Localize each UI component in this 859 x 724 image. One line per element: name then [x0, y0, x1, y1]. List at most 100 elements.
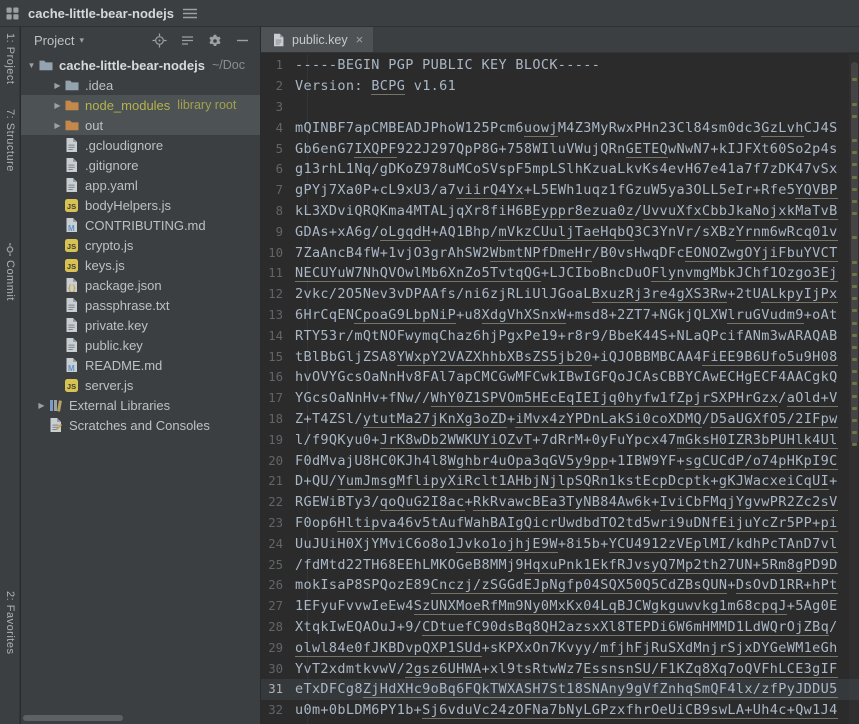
tree-item-private-key[interactable]: private.key: [21, 315, 260, 335]
code-line-7[interactable]: 7gPYj7Xa0P+cL9xU3/a7viirQ4Yx+L5EWh1uqz1f…: [261, 180, 859, 201]
code-text: 6HrCqENCpoaG9LbpNiP+u8XdgVhXSnxW+msd8+2Z…: [295, 307, 838, 323]
chevron-down-icon[interactable]: ▾: [79, 35, 84, 46]
chevron-collapsed-icon[interactable]: ▶: [51, 121, 64, 130]
code-line-5[interactable]: 5Gb6enG7IXQPF922J297QpP8G+758WIluVWujQRn…: [261, 138, 859, 159]
svg-text:M: M: [68, 364, 75, 373]
tree-item--gitignore[interactable]: .gitignore: [21, 155, 260, 175]
code-editor[interactable]: 1-----BEGIN PGP PUBLIC KEY BLOCK-----2Ve…: [261, 54, 859, 724]
tree-item-label: .gitignore: [85, 158, 138, 173]
code-line-11[interactable]: 11NECUYuW7NhQVOwlMb6XnZo5TvtqQG+LJCIboBn…: [261, 263, 859, 284]
code-text: l/f9QKyu0+JrK8wDb2WWKUYiOZvT+7dRrM+0yFuY…: [295, 432, 838, 448]
main-menu-icon[interactable]: [183, 8, 197, 19]
project-folder-icon: [38, 57, 55, 73]
tab-public-key[interactable]: public.key ×: [261, 27, 373, 52]
code-line-24[interactable]: 24UuJUiH0XjYMviC6o8o1Jvko1ojhjE9W+8i5b+Y…: [261, 533, 859, 554]
code-line-32[interactable]: 32u0m+0bLDM6PY1b+Sj6vduVc24zOFNa7bNyLGPz…: [261, 700, 859, 721]
tree-item--gcloudignore[interactable]: .gcloudignore: [21, 135, 260, 155]
file-key-icon: [64, 317, 81, 333]
code-line-1[interactable]: 1-----BEGIN PGP PUBLIC KEY BLOCK-----: [261, 55, 859, 76]
tree-item-external-libraries[interactable]: ▶External Libraries: [21, 395, 260, 415]
tree-item-app-yaml[interactable]: app.yaml: [21, 175, 260, 195]
code-line-10[interactable]: 107ZaAncB4fW+1vjO3grAhSW2WbmtNPfDmeHr/B0…: [261, 242, 859, 263]
code-line-27[interactable]: 271EFyuFvvwIeEw4SzUNXMoeRfMm9Ny0MxKx04Lq…: [261, 596, 859, 617]
tree-item-cache-little-bear-nodejs[interactable]: ▼cache-little-bear-nodejs~/Doc: [21, 55, 260, 75]
code-line-23[interactable]: 23F0op6Hltipva46v5tAufWahBAIgQicrUwdbdTO…: [261, 513, 859, 534]
line-number: 31: [261, 682, 295, 696]
code-line-22[interactable]: 22RGEWiBTy3/qoQuG2I8ac+RkRvawcBEa3TyNB84…: [261, 492, 859, 513]
tree-item-bodyhelpers-js[interactable]: JSbodyHelpers.js: [21, 195, 260, 215]
tree-item-label: .idea: [85, 78, 113, 93]
chevron-collapsed-icon[interactable]: ▶: [51, 101, 64, 110]
tree-item-server-js[interactable]: JS server.js: [21, 375, 260, 395]
tree-item-label: server.js: [85, 378, 133, 393]
tool-window-button-commit[interactable]: Commit: [0, 243, 20, 301]
svg-text:JS: JS: [67, 382, 76, 391]
collapse-all-icon[interactable]: [180, 33, 195, 48]
code-line-17[interactable]: 17YGcsOaNnHv+fNw//WhY0Z1SPVOm5HEcEqIEIjq…: [261, 388, 859, 409]
code-text: mQINBF7apCMBEADJPhoW125Pcm6uowjM4Z3MyRwx…: [295, 120, 838, 136]
tree-item--idea[interactable]: ▶ .idea: [21, 75, 260, 95]
code-line-31[interactable]: 31eTxDFCg8ZjHdXHc9oBq6FQkTWXASH7St18SNAn…: [261, 679, 859, 700]
line-number: 28: [261, 620, 295, 634]
code-text: YvT2xdmtkvwV/2gsz6UHWA+xl9tsRtwWz7Essnsn…: [295, 661, 838, 677]
tree-item-contributing-md[interactable]: MCONTRIBUTING.md: [21, 215, 260, 235]
file-js-icon: JS: [64, 237, 81, 253]
tool-window-button-favorites[interactable]: 2: Favorites: [0, 591, 20, 654]
code-line-3[interactable]: 3: [261, 97, 859, 118]
tree-item-readme-md[interactable]: MREADME.md: [21, 355, 260, 375]
horizontal-scrollbar[interactable]: [23, 715, 123, 721]
tree-item-out[interactable]: ▶out: [21, 115, 260, 135]
line-number: 30: [261, 662, 295, 676]
tree-item-keys-js[interactable]: JSkeys.js: [21, 255, 260, 275]
code-line-25[interactable]: 25/fdMtd22TH68EEhLMKOGeB8MMj9HqxuPnk1Ekf…: [261, 554, 859, 575]
line-number: 27: [261, 599, 295, 613]
chevron-expanded-icon[interactable]: ▼: [25, 61, 38, 70]
app-grid-icon[interactable]: [6, 7, 19, 20]
code-line-14[interactable]: 14RTY53r/mQtNOFwymqChaz6hjPgxPe19+r8r9/B…: [261, 325, 859, 346]
code-line-29[interactable]: 29olwl84e0fJKBDvpQXP1SUd+sKPXxOn7Kvyy/mf…: [261, 637, 859, 658]
editor-vertical-scrollbar[interactable]: [849, 54, 859, 724]
code-line-13[interactable]: 136HrCqENCpoaG9LbpNiP+u8XdgVhXSnxW+msd8+…: [261, 305, 859, 326]
close-tab-icon[interactable]: ×: [356, 32, 364, 47]
line-number: 10: [261, 246, 295, 260]
line-number: 20: [261, 454, 295, 468]
chevron-collapsed-icon[interactable]: ▶: [35, 401, 48, 410]
tree-item-public-key[interactable]: public.key: [21, 335, 260, 355]
code-line-21[interactable]: 21D+QU/YumJmsgMflipyXiRclt1AHbjNjlpSQRn1…: [261, 471, 859, 492]
code-line-12[interactable]: 122vkc/2O5Nev3vDPAAfs/ni6zjRLiUlJGoaLBxu…: [261, 284, 859, 305]
project-panel-title[interactable]: Project: [34, 33, 74, 48]
tree-item-scratches-and-consoles[interactable]: Scratches and Consoles: [21, 415, 260, 435]
tool-window-label: Commit: [4, 260, 16, 301]
tree-item-crypto-js[interactable]: JScrypto.js: [21, 235, 260, 255]
line-number: 7: [261, 183, 295, 197]
code-line-18[interactable]: 18Z+T4ZSl/ytutMa27jKnXg3oZD+iMvx4zYPDnLa…: [261, 409, 859, 430]
code-line-15[interactable]: 15tBlBbGljZSA8YWxpY2VAZXhhbXBsZS5jb20+iQ…: [261, 346, 859, 367]
code-line-20[interactable]: 20F0dMvajU8HC0KJh4l8Wghbr4uOpa3qGV5y9pp+…: [261, 450, 859, 471]
tree-item-passphrase-txt[interactable]: passphrase.txt: [21, 295, 260, 315]
code-line-28[interactable]: 28XtqkIwEQAOuJ+9/CDtuefC90dsBq8QH2azsxXl…: [261, 617, 859, 638]
tree-item-node-modules[interactable]: ▶node_moduleslibrary root: [21, 95, 260, 115]
scrollbar-thumb[interactable]: [851, 62, 858, 444]
code-line-26[interactable]: 26mokIsaP8SPQozE89Cnczj/zSGGdEJpNgfp04SQ…: [261, 575, 859, 596]
code-text: D+QU/YumJmsgMflipyXiRclt1AHbjNjlpSQRn1ks…: [295, 473, 838, 489]
locate-icon[interactable]: [152, 33, 167, 48]
chevron-collapsed-icon[interactable]: ▶: [51, 81, 64, 90]
code-text: -----BEGIN PGP PUBLIC KEY BLOCK-----: [295, 57, 600, 73]
code-line-4[interactable]: 4mQINBF7apCMBEADJPhoW125Pcm6uowjM4Z3MyRw…: [261, 117, 859, 138]
line-number: 18: [261, 412, 295, 426]
line-number: 3: [261, 100, 295, 114]
tool-window-button-structure[interactable]: 7: Structure: [0, 109, 20, 172]
code-line-2[interactable]: 2Version: BCPG v1.61: [261, 76, 859, 97]
tree-item-label: .gcloudignore: [85, 138, 163, 153]
code-line-30[interactable]: 30YvT2xdmtkvwV/2gsz6UHWA+xl9tsRtwWz7Essn…: [261, 658, 859, 679]
hide-icon[interactable]: [235, 33, 250, 48]
tool-window-button-project[interactable]: 1: Project: [0, 33, 20, 84]
settings-icon[interactable]: [208, 34, 222, 48]
code-line-16[interactable]: 16hvOVYGcsOaNnHv8FAl7apCMCGwMFCwkIBwIGFQ…: [261, 367, 859, 388]
tree-item-package-json[interactable]: {}package.json: [21, 275, 260, 295]
code-line-6[interactable]: 6g13rhL1Nq/gDKoZ978uMCoSVspF5mpLSlhKzuaL…: [261, 159, 859, 180]
code-line-9[interactable]: 9GDAs+xA6g/oLgqdH+AQ1Bhp/mVkzCUuljTaeHqb…: [261, 221, 859, 242]
code-line-8[interactable]: 8kL3XDviQRQKma4MTALjqXr8fiH6BEyppr8ezua0…: [261, 201, 859, 222]
code-line-19[interactable]: 19l/f9QKyu0+JrK8wDb2WWKUYiOZvT+7dRrM+0yF…: [261, 429, 859, 450]
code-text: Gb6enG7IXQPF922J297QpP8G+758WIluVWujQRnG…: [295, 141, 838, 157]
